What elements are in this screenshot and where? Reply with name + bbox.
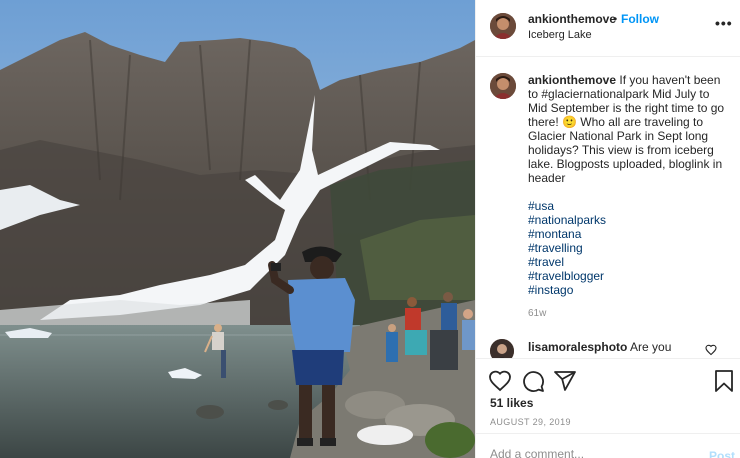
hashtag-instago[interactable]: #instago: [528, 283, 728, 297]
commenter-avatar[interactable]: [490, 339, 514, 358]
caption-text: If you haven't been to #glaciernationalp…: [528, 73, 725, 185]
more-options-icon[interactable]: •••: [715, 16, 732, 32]
comment-text: Are you: [630, 340, 672, 354]
comments-section[interactable]: ankionthemove If you haven't been to #gl…: [476, 58, 740, 358]
share-icon[interactable]: [553, 369, 577, 393]
comment-like-heart-icon[interactable]: [705, 344, 717, 356]
hashtag-montana[interactable]: #montana: [528, 227, 728, 241]
post-photo[interactable]: [0, 0, 475, 458]
hashtag-travelling[interactable]: #travelling: [528, 241, 728, 255]
author-avatar[interactable]: [490, 13, 516, 39]
author-username[interactable]: ankionthemove: [528, 12, 616, 26]
hashtag-travel[interactable]: #travel: [528, 255, 728, 269]
caption-age: 61w: [528, 308, 547, 319]
author-avatar-image: [490, 13, 516, 39]
bookmark-icon[interactable]: [712, 369, 736, 393]
post-header: ankionthemove • Follow Iceberg Lake •••: [476, 0, 740, 57]
hashtag-usa[interactable]: #usa: [528, 199, 728, 213]
commenter-username[interactable]: lisamoralesphoto: [528, 340, 627, 354]
add-comment-input[interactable]: [490, 447, 690, 458]
hashtag-nationalparks[interactable]: #nationalparks: [528, 213, 728, 227]
glacier-lake-photo: [0, 0, 475, 458]
add-comment-bar: Post: [476, 433, 740, 458]
post-side-panel: ankionthemove • Follow Iceberg Lake ••• …: [475, 0, 740, 458]
like-count[interactable]: 51 likes: [490, 396, 533, 410]
commenter-avatar-image: [490, 339, 514, 358]
caption-avatar-image: [490, 73, 516, 99]
location-link[interactable]: Iceberg Lake: [528, 29, 592, 41]
caption-author-avatar[interactable]: [490, 73, 516, 99]
post-date: AUGUST 29, 2019: [490, 417, 571, 427]
comment-item: lisamoralesphoto Are you: [528, 340, 671, 354]
heart-icon[interactable]: [488, 369, 512, 393]
follow-button[interactable]: Follow: [621, 12, 659, 26]
hashtag-travelblogger[interactable]: #travelblogger: [528, 269, 728, 283]
post-caption: ankionthemove If you haven't been to #gl…: [528, 73, 728, 185]
caption-username[interactable]: ankionthemove: [528, 73, 616, 87]
post-comment-button[interactable]: Post: [709, 449, 735, 458]
comment-icon[interactable]: [521, 369, 545, 393]
header-separator: •: [613, 12, 618, 26]
hashtag-list: #usa #nationalparks #montana #travelling…: [528, 199, 728, 297]
